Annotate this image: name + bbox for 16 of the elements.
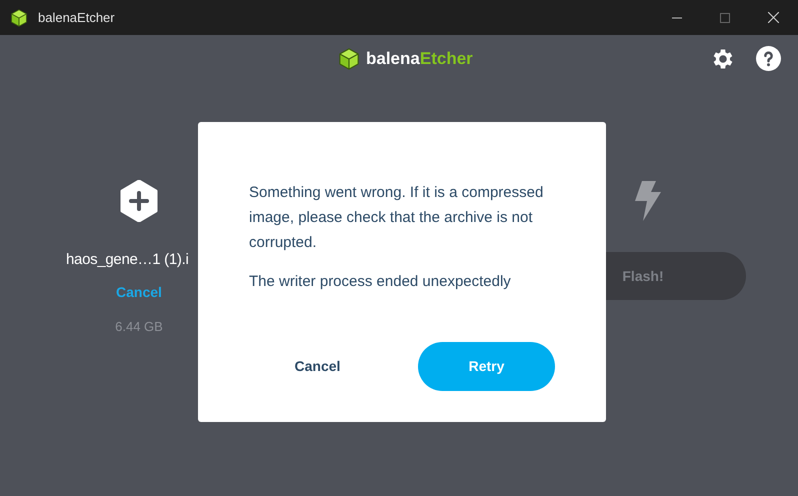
cancel-link[interactable]: Cancel xyxy=(116,282,162,302)
cancel-button[interactable]: Cancel xyxy=(249,342,386,390)
logo-text: balenaEtcher xyxy=(366,48,473,70)
error-detail: The writer process ended unexpectedly xyxy=(249,272,512,292)
app-icon xyxy=(10,8,28,26)
lightning-icon xyxy=(634,180,662,222)
image-size: 6.44 GB xyxy=(115,318,163,336)
close-icon[interactable] xyxy=(768,12,779,23)
window-title: balenaEtcher xyxy=(38,8,115,27)
help-icon[interactable] xyxy=(756,46,781,71)
error-message: Something went wrong. If it is a compressed image, please check that the archive is not corrupted. xyxy=(249,183,544,253)
image-filename: haos_gene…1 (1).i xyxy=(66,250,188,270)
maximize-icon[interactable] xyxy=(720,12,730,22)
cube-icon xyxy=(338,48,360,70)
retry-button[interactable]: Retry xyxy=(418,342,555,390)
plus-icon[interactable] xyxy=(120,180,158,222)
